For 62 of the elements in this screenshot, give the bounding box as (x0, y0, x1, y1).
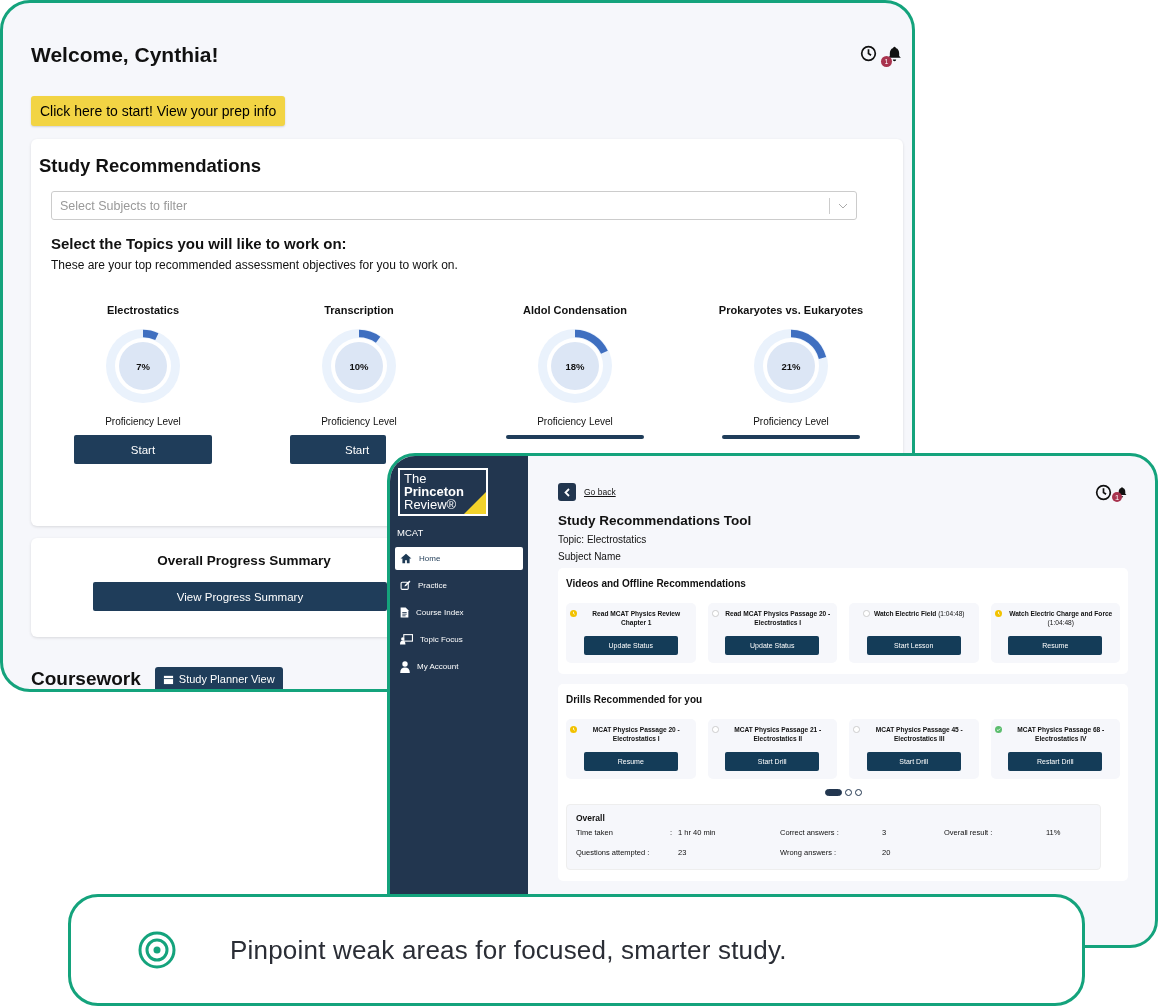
percent-label: 7% (136, 360, 150, 372)
topics-heading: Select the Topics you will like to work on: (51, 235, 348, 252)
coursework-title: Coursework (31, 668, 141, 689)
status-circle-icon (862, 610, 870, 617)
topic-label: Topic: Electrostatics (558, 534, 648, 545)
welcome-title: Welcome, Cynthia! (31, 43, 219, 67)
calendar-icon (162, 673, 174, 685)
target-icon (138, 931, 176, 969)
status-circle-icon (711, 610, 719, 617)
proficiency-label: Proficiency Level (321, 416, 397, 427)
home-icon (400, 553, 412, 564)
caption-text: Pinpoint weak areas for focused, smarter study. (230, 934, 787, 966)
study-planner-button[interactable]: Study Planner View (154, 667, 283, 689)
check-icon (994, 726, 1002, 733)
start-button[interactable] (506, 435, 644, 439)
start-button[interactable]: Start (74, 435, 212, 464)
chevron-left-icon (564, 487, 570, 497)
clock-icon (570, 726, 577, 733)
subject-label: Subject Name (558, 551, 622, 562)
percent-label: 18% (565, 360, 585, 372)
presenter-icon (400, 634, 413, 645)
view-progress-button[interactable]: View Progress Summary (93, 582, 387, 611)
tool-title: Study Recommendations Tool (558, 513, 753, 528)
nav-item[interactable]: Course Index (395, 601, 523, 624)
document-icon (400, 607, 409, 618)
prep-info-button[interactable]: Click here to start! View your prep info (31, 96, 286, 126)
clock-icon[interactable] (860, 44, 877, 62)
topic-name: Transcription (324, 304, 394, 318)
nav-item[interactable]: Home (395, 547, 523, 570)
progress-title: Overall Progress Summary (157, 553, 331, 568)
topic-name: Electrostatics (106, 304, 180, 318)
overall-title: Overall (576, 813, 606, 823)
start-button[interactable] (722, 435, 860, 439)
proficiency-label: Proficiency Level (537, 416, 613, 427)
topic-name: Prokaryotes vs. Eukaryotes (718, 304, 864, 318)
status-circle-icon (711, 726, 719, 733)
logo: The Princeton Review® (398, 468, 488, 516)
clock-icon (994, 610, 1002, 617)
clock-icon (570, 610, 577, 617)
carousel-dot[interactable] (854, 789, 862, 796)
nav-item[interactable]: My Account (395, 655, 523, 678)
start-button[interactable]: Start (290, 435, 386, 464)
person-icon (400, 660, 410, 673)
course-label: MCAT (397, 527, 425, 538)
nav-item[interactable]: Practice (395, 574, 523, 597)
caret-icon (838, 202, 848, 209)
status-circle-icon (853, 726, 860, 733)
section-title: Study Recommendations (39, 155, 263, 177)
go-back-link[interactable]: Go back (584, 487, 616, 497)
percent-label: 21% (781, 360, 801, 372)
clock-icon[interactable] (1095, 483, 1112, 501)
section-title: Drills Recommended for you (566, 694, 704, 705)
topic-name: Aldol Condensation (523, 304, 627, 318)
carousel-dot[interactable] (844, 789, 852, 796)
proficiency-label: Proficiency Level (105, 416, 181, 427)
section-title: Videos and Offline Recommendations (566, 578, 747, 589)
proficiency-label: Proficiency Level (753, 416, 829, 427)
nav-item[interactable]: Topic Focus (395, 628, 523, 651)
edit-icon (400, 580, 411, 591)
percent-label: 10% (349, 360, 369, 372)
back-button[interactable] (558, 483, 576, 501)
topics-description: These are your top recommended assessment objectives for you to work on. (51, 258, 459, 272)
